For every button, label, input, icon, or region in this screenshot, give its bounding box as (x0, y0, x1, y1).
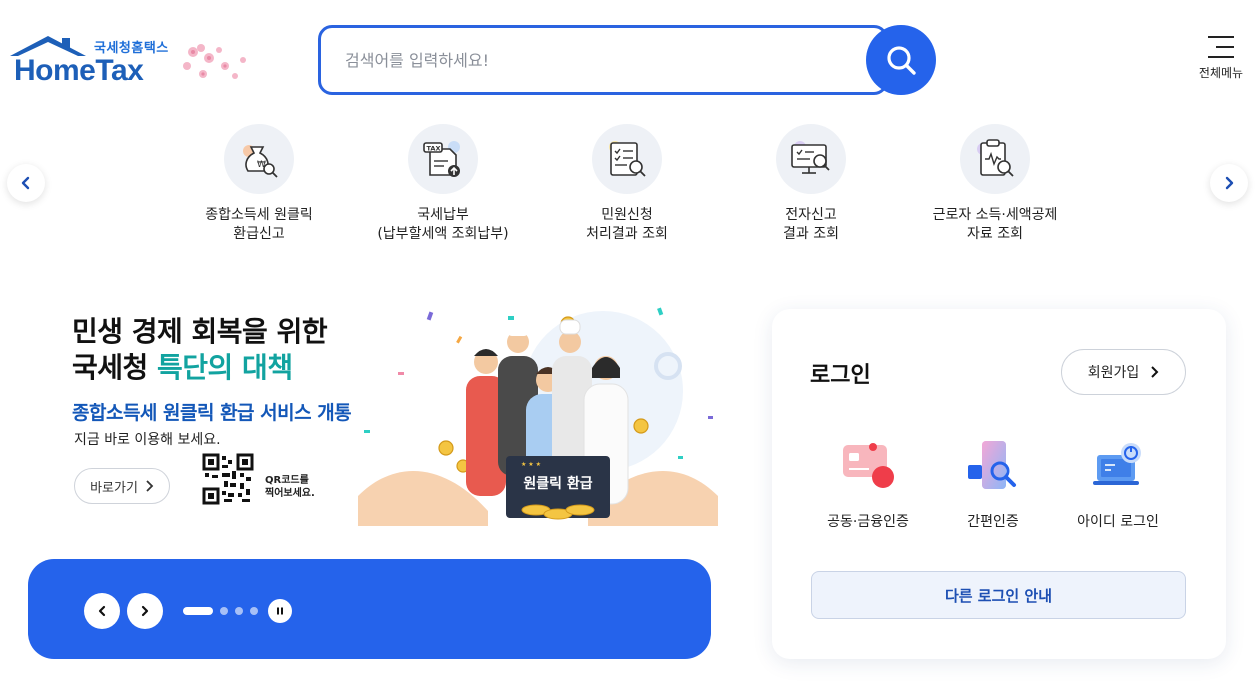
login-panel: 로그인 회원가입 공동·금융인증 간편인증 아이디 로그인 다른 로그인 안내 (772, 309, 1226, 659)
simple-auth-icon (968, 441, 1016, 489)
banner-pagination (183, 607, 258, 615)
certificate-icon (843, 443, 894, 488)
hamburger-icon (1208, 36, 1234, 58)
pagination-dot-2[interactable] (220, 607, 228, 615)
quick-menu-label-line1: 민원신청 (601, 207, 653, 223)
chevron-right-icon (1225, 176, 1234, 190)
quick-menu-label-line1: 전자신고 (785, 207, 837, 223)
quick-menu-label-line2: 자료 조회 (967, 226, 1023, 242)
pagination-dot-4[interactable] (250, 607, 258, 615)
main-banner[interactable]: 민생 경제 회복을 위한 국세청 특단의 대책 종합소득세 원클릭 환급 서비스… (28, 296, 718, 526)
quick-menu-item-tax-payment[interactable]: TAX 국세납부 (납부할세액 조회납부) (353, 124, 533, 244)
civil-petition-icon (592, 124, 662, 194)
pagination-dot-1[interactable] (183, 607, 213, 615)
chevron-right-icon (146, 480, 154, 492)
quick-menu-item-civil-petition[interactable]: 민원신청 처리결과 조회 (537, 124, 717, 244)
quick-menu-label-line2: 환급신고 (233, 226, 285, 242)
quick-menu-label-line2: 결과 조회 (783, 226, 839, 242)
chevron-left-icon (21, 176, 30, 190)
all-menu-button[interactable]: 전체메뉴 (1190, 36, 1252, 88)
simple-auth-login-option[interactable]: 간편인증 (928, 437, 1058, 531)
e-filing-icon (776, 124, 846, 194)
login-title: 로그인 (810, 363, 871, 388)
banner-title-highlight: 특단의 대책 (157, 351, 293, 384)
certificate-login-label: 공동·금융인증 (827, 514, 909, 530)
quick-menu-next-button[interactable] (1210, 164, 1248, 202)
hometax-page: 국세청홈택스 HomeTax 전체메뉴 (0, 0, 1255, 695)
chevron-right-icon (1151, 366, 1159, 378)
id-login-option[interactable]: 아이디 로그인 (1053, 437, 1183, 531)
search-input[interactable] (345, 28, 845, 92)
banner-sign-text: 원클릭 환급 (523, 475, 592, 492)
quick-menu-item-refund[interactable]: ₩ 종합소득세 원클릭 환급신고 (169, 124, 349, 244)
search-box (318, 25, 888, 95)
pause-icon (277, 607, 283, 615)
tax-payment-icon: TAX (408, 124, 478, 194)
banner-title: 민생 경제 회복을 위한 국세청 특단의 대책 (72, 314, 328, 386)
search-button[interactable] (866, 25, 936, 95)
banner-prev-button[interactable] (84, 593, 120, 629)
qr-caption: QR코드를 찍어보세요. (265, 474, 315, 500)
other-login-guide-button[interactable]: 다른 로그인 안내 (811, 571, 1186, 619)
quick-menu-item-deduction-data[interactable]: 근로자 소득·세액공제 자료 조회 (905, 124, 1085, 244)
chevron-right-icon (141, 605, 149, 617)
quick-menu-prev-button[interactable] (7, 164, 45, 202)
qr-caption-line2: 찍어보세요. (265, 488, 315, 499)
banner-go-button[interactable]: 바로가기 (74, 468, 170, 504)
quick-menu-label-line1: 근로자 소득·세액공제 (932, 207, 1058, 223)
id-login-icon (1093, 443, 1141, 485)
id-login-label: 아이디 로그인 (1077, 514, 1159, 530)
refund-icon: ₩ (224, 124, 294, 194)
quick-menu-label-line2: (납부할세액 조회납부) (377, 226, 509, 242)
svg-text:TAX: TAX (427, 145, 441, 153)
banner-illustration: ★ ★ ★ 원클릭 환급 (358, 307, 718, 526)
svg-text:★ ★ ★: ★ ★ ★ (521, 461, 541, 468)
banner-go-label: 바로가기 (90, 480, 138, 496)
cherry-blossom-icon (183, 44, 246, 79)
quick-menu-item-e-filing[interactable]: 전자신고 결과 조회 (721, 124, 901, 244)
signup-label: 회원가입 (1087, 365, 1140, 381)
qr-code-icon (202, 453, 254, 505)
banner-title-line2-a: 국세청 (72, 351, 158, 384)
chevron-left-icon (98, 605, 106, 617)
certificate-login-option[interactable]: 공동·금융인증 (803, 437, 933, 531)
pagination-dot-3[interactable] (235, 607, 243, 615)
logo-wordmark: HomeTax (14, 54, 144, 87)
quick-menu-label-line1: 종합소득세 원클릭 (205, 207, 313, 223)
banner-description: 지금 바로 이용해 보세요. (74, 432, 221, 448)
banner-subtitle: 종합소득세 원클릭 환급 서비스 개통 (72, 402, 352, 424)
banner-next-button[interactable] (127, 593, 163, 629)
qr-caption-line1: QR코드를 (265, 475, 309, 486)
search-icon (887, 46, 916, 75)
quick-menu-label-line1: 국세납부 (417, 207, 469, 223)
banner-pause-button[interactable] (268, 599, 292, 623)
signup-button[interactable]: 회원가입 (1061, 349, 1186, 395)
banner-title-line1: 민생 경제 회복을 위한 (72, 315, 328, 348)
all-menu-label: 전체메뉴 (1198, 66, 1244, 80)
deduction-data-icon (960, 124, 1030, 194)
simple-auth-login-label: 간편인증 (967, 514, 1019, 530)
hometax-logo[interactable]: 국세청홈택스 HomeTax (8, 34, 258, 92)
quick-menu-label-line2: 처리결과 조회 (586, 226, 668, 242)
